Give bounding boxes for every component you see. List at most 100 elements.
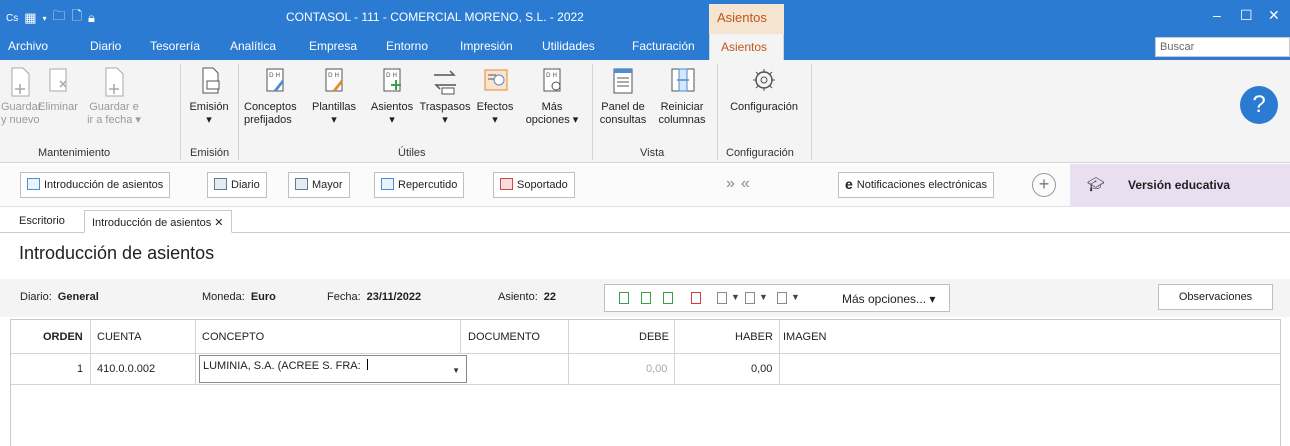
configuracion-button[interactable]: Configuración xyxy=(722,66,806,114)
notificaciones-electronicas-button[interactable]: e Notificaciones electrónicas xyxy=(838,172,995,198)
concepto-input[interactable]: LUMINIA, S.A. (ACREE S. FRA: ▼ xyxy=(199,355,467,383)
panel-consultas-button[interactable]: Panel de consultas xyxy=(597,66,649,127)
asientos-button[interactable]: D H Asientos ▾ xyxy=(368,66,416,127)
ledger-icon xyxy=(295,178,308,190)
insert-line-icon[interactable] xyxy=(641,292,651,304)
help-icon[interactable]: ? xyxy=(1240,86,1278,124)
close-button[interactable]: ✕ xyxy=(1268,7,1280,24)
delete-icon xyxy=(49,68,67,92)
separator xyxy=(238,64,239,160)
cell-cuenta[interactable]: 410.0.0.002 xyxy=(97,363,155,375)
col-divider xyxy=(568,354,569,385)
col-concepto[interactable]: CONCEPTO xyxy=(202,331,264,343)
document-attach-icon[interactable] xyxy=(777,292,787,304)
menu-impresion[interactable]: Impresión xyxy=(460,39,513,53)
gear-icon xyxy=(753,69,775,91)
menu-entorno[interactable]: Entorno xyxy=(386,39,428,53)
folder-icon[interactable]: 🗀 xyxy=(53,7,66,29)
transfer-icon xyxy=(434,70,456,95)
duplicate-line-icon[interactable] xyxy=(663,292,673,304)
copy-icon[interactable] xyxy=(717,292,727,304)
plantillas-button[interactable]: D H Plantillas ▾ xyxy=(310,66,358,127)
table-row[interactable]: 1 410.0.0.002 LUMINIA, S.A. (ACREE S. FR… xyxy=(11,354,1280,385)
e-notification-icon: e xyxy=(845,176,853,192)
edu-version-banner: 🎓︎ Versión educativa xyxy=(1070,164,1290,207)
lock-icon[interactable]: 🔒︎ xyxy=(88,10,95,26)
journal-icon xyxy=(214,178,227,190)
cell-haber[interactable]: 0,00 xyxy=(751,363,772,375)
entries-grid: ORDEN CUENTA CONCEPTO DOCUMENTO DEBE HAB… xyxy=(10,319,1281,446)
menu-empresa[interactable]: Empresa xyxy=(309,39,357,53)
col-haber[interactable]: HABER xyxy=(735,331,773,343)
document-icon[interactable]: 🗋 xyxy=(72,7,82,29)
panel-icon xyxy=(613,68,633,94)
entry-toolbar: ▼ ▼ ▼ Más opciones... ▾ xyxy=(604,284,950,312)
eliminar-button[interactable]: Eliminar xyxy=(38,66,78,114)
menu-diario[interactable]: Diario xyxy=(90,39,121,53)
menu-asientos[interactable]: Asientos xyxy=(709,34,784,60)
mas-opciones-menu[interactable]: Más opciones... ▾ xyxy=(842,292,935,306)
menu-facturacion[interactable]: Facturación xyxy=(632,39,695,53)
text-caret xyxy=(366,359,368,370)
edu-version-label: Versión educativa xyxy=(1128,178,1231,192)
new-line-icon[interactable] xyxy=(619,292,629,304)
group-label-configuracion: Configuración xyxy=(726,147,794,159)
minimize-button[interactable]: – xyxy=(1213,7,1221,23)
svg-text:D H: D H xyxy=(546,72,557,79)
observaciones-button[interactable]: Observaciones xyxy=(1158,284,1273,310)
guardar-y-nuevo-button[interactable]: Guardar y nuevo xyxy=(1,66,41,127)
menu-archivo[interactable]: Archivo xyxy=(8,39,48,53)
tab-introduccion-asientos[interactable]: Introducción de asientos ✕ xyxy=(84,210,232,233)
menu-tesoreria[interactable]: Tesorería xyxy=(150,39,200,53)
concepto-value: LUMINIA, S.A. (ACREE S. FRA: xyxy=(203,360,361,372)
search-input[interactable]: Buscar xyxy=(1155,37,1290,57)
reset-columns-icon xyxy=(671,68,695,92)
paste-dropdown-icon[interactable]: ▼ xyxy=(759,292,768,302)
add-shortcut-icon[interactable]: + xyxy=(1032,173,1056,197)
shortcut-diario[interactable]: Diario xyxy=(207,172,267,198)
shortcut-soportado[interactable]: Soportado xyxy=(493,172,575,198)
concepto-dropdown-icon[interactable]: ▼ xyxy=(452,366,460,375)
tab-escritorio[interactable]: Escritorio xyxy=(12,210,72,233)
paste-icon[interactable] xyxy=(745,292,755,304)
maximize-button[interactable]: ☐ xyxy=(1240,7,1253,24)
document-tabs: Escritorio Introducción de asientos ✕ xyxy=(0,207,1290,233)
svg-text:D H: D H xyxy=(269,72,280,79)
col-orden[interactable]: ORDEN xyxy=(43,331,83,343)
col-documento[interactable]: DOCUMENTO xyxy=(468,331,540,343)
efectos-button[interactable]: Efectos ▾ xyxy=(474,66,516,127)
col-debe[interactable]: DEBE xyxy=(639,331,669,343)
shortcut-mayor[interactable]: Mayor xyxy=(288,172,350,198)
calendar-icon[interactable]: ▦ xyxy=(24,10,36,26)
graduation-cap-icon: 🎓︎ xyxy=(1087,176,1105,192)
copy-dropdown-icon[interactable]: ▼ xyxy=(731,292,740,302)
collapse-chevrons-icon[interactable]: »« xyxy=(726,175,756,193)
save-goto-icon xyxy=(105,67,124,97)
menu-utilidades[interactable]: Utilidades xyxy=(542,39,595,53)
dropdown-icon[interactable]: ▾ xyxy=(43,14,47,23)
emision-button[interactable]: Emisión ▾ xyxy=(185,66,233,127)
menu-analitica[interactable]: Analítica xyxy=(230,39,276,53)
reiniciar-columnas-button[interactable]: Reiniciar columnas xyxy=(652,66,712,127)
group-label-utiles: Útiles xyxy=(398,147,426,159)
quick-access-toolbar: Cs ▦ ▾ 🗀 🗋 🔒︎ xyxy=(6,7,95,29)
mas-opciones-button[interactable]: D H Más opciones ▾ xyxy=(522,66,582,127)
shortcut-repercutido[interactable]: Repercutido xyxy=(374,172,465,198)
menu-bar: Archivo Diario Tesorería Analítica Empre… xyxy=(0,34,1290,60)
print-icon xyxy=(202,67,220,94)
cell-orden[interactable]: 1 xyxy=(77,363,83,375)
delete-line-icon[interactable] xyxy=(691,292,701,304)
col-divider xyxy=(568,320,569,354)
vat-input-icon xyxy=(500,178,513,190)
shortcut-introduccion-asientos[interactable]: Introducción de asientos xyxy=(20,172,171,198)
conceptos-prefijados-button[interactable]: D H Conceptos prefijados xyxy=(244,66,306,127)
app-logo-icon: Cs xyxy=(6,12,19,24)
attach-dropdown-icon[interactable]: ▼ xyxy=(791,292,800,302)
col-cuenta[interactable]: CUENTA xyxy=(97,331,141,343)
cell-debe[interactable]: 0,00 xyxy=(646,363,667,375)
template-icon: D H xyxy=(325,68,343,92)
svg-text:D H: D H xyxy=(386,72,397,79)
traspasos-button[interactable]: Traspasos ▾ xyxy=(416,66,474,127)
col-imagen[interactable]: IMAGEN xyxy=(783,331,826,343)
guardar-ir-fecha-button[interactable]: Guardar e ir a fecha ▾ xyxy=(81,66,147,127)
